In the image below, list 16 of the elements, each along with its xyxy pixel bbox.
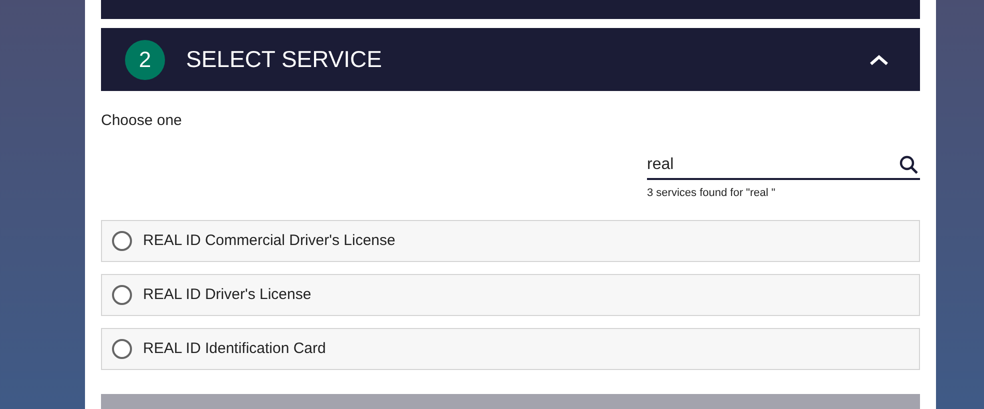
service-option[interactable]: REAL ID Driver's License [101,274,920,316]
prompt-text: Choose one [101,111,183,131]
service-option[interactable]: REAL ID Identification Card [101,328,920,370]
search-icon [899,154,919,174]
option-label: REAL ID Identification Card [143,338,326,359]
option-label: REAL ID Driver's License [143,284,312,305]
radio-button[interactable] [112,285,132,305]
search-field[interactable]: real [647,152,920,180]
radio-button[interactable] [112,339,132,359]
option-label: REAL ID Commercial Driver's License [143,230,396,251]
step-number-badge: 2 [125,40,165,80]
step-title: SELECT SERVICE [186,45,382,74]
search-result-note: 3 services found for "real " [647,186,776,200]
step-header[interactable]: 2 SELECT SERVICE [101,28,920,91]
service-option[interactable]: REAL ID Commercial Driver's License [101,220,920,262]
radio-button[interactable] [112,231,132,251]
